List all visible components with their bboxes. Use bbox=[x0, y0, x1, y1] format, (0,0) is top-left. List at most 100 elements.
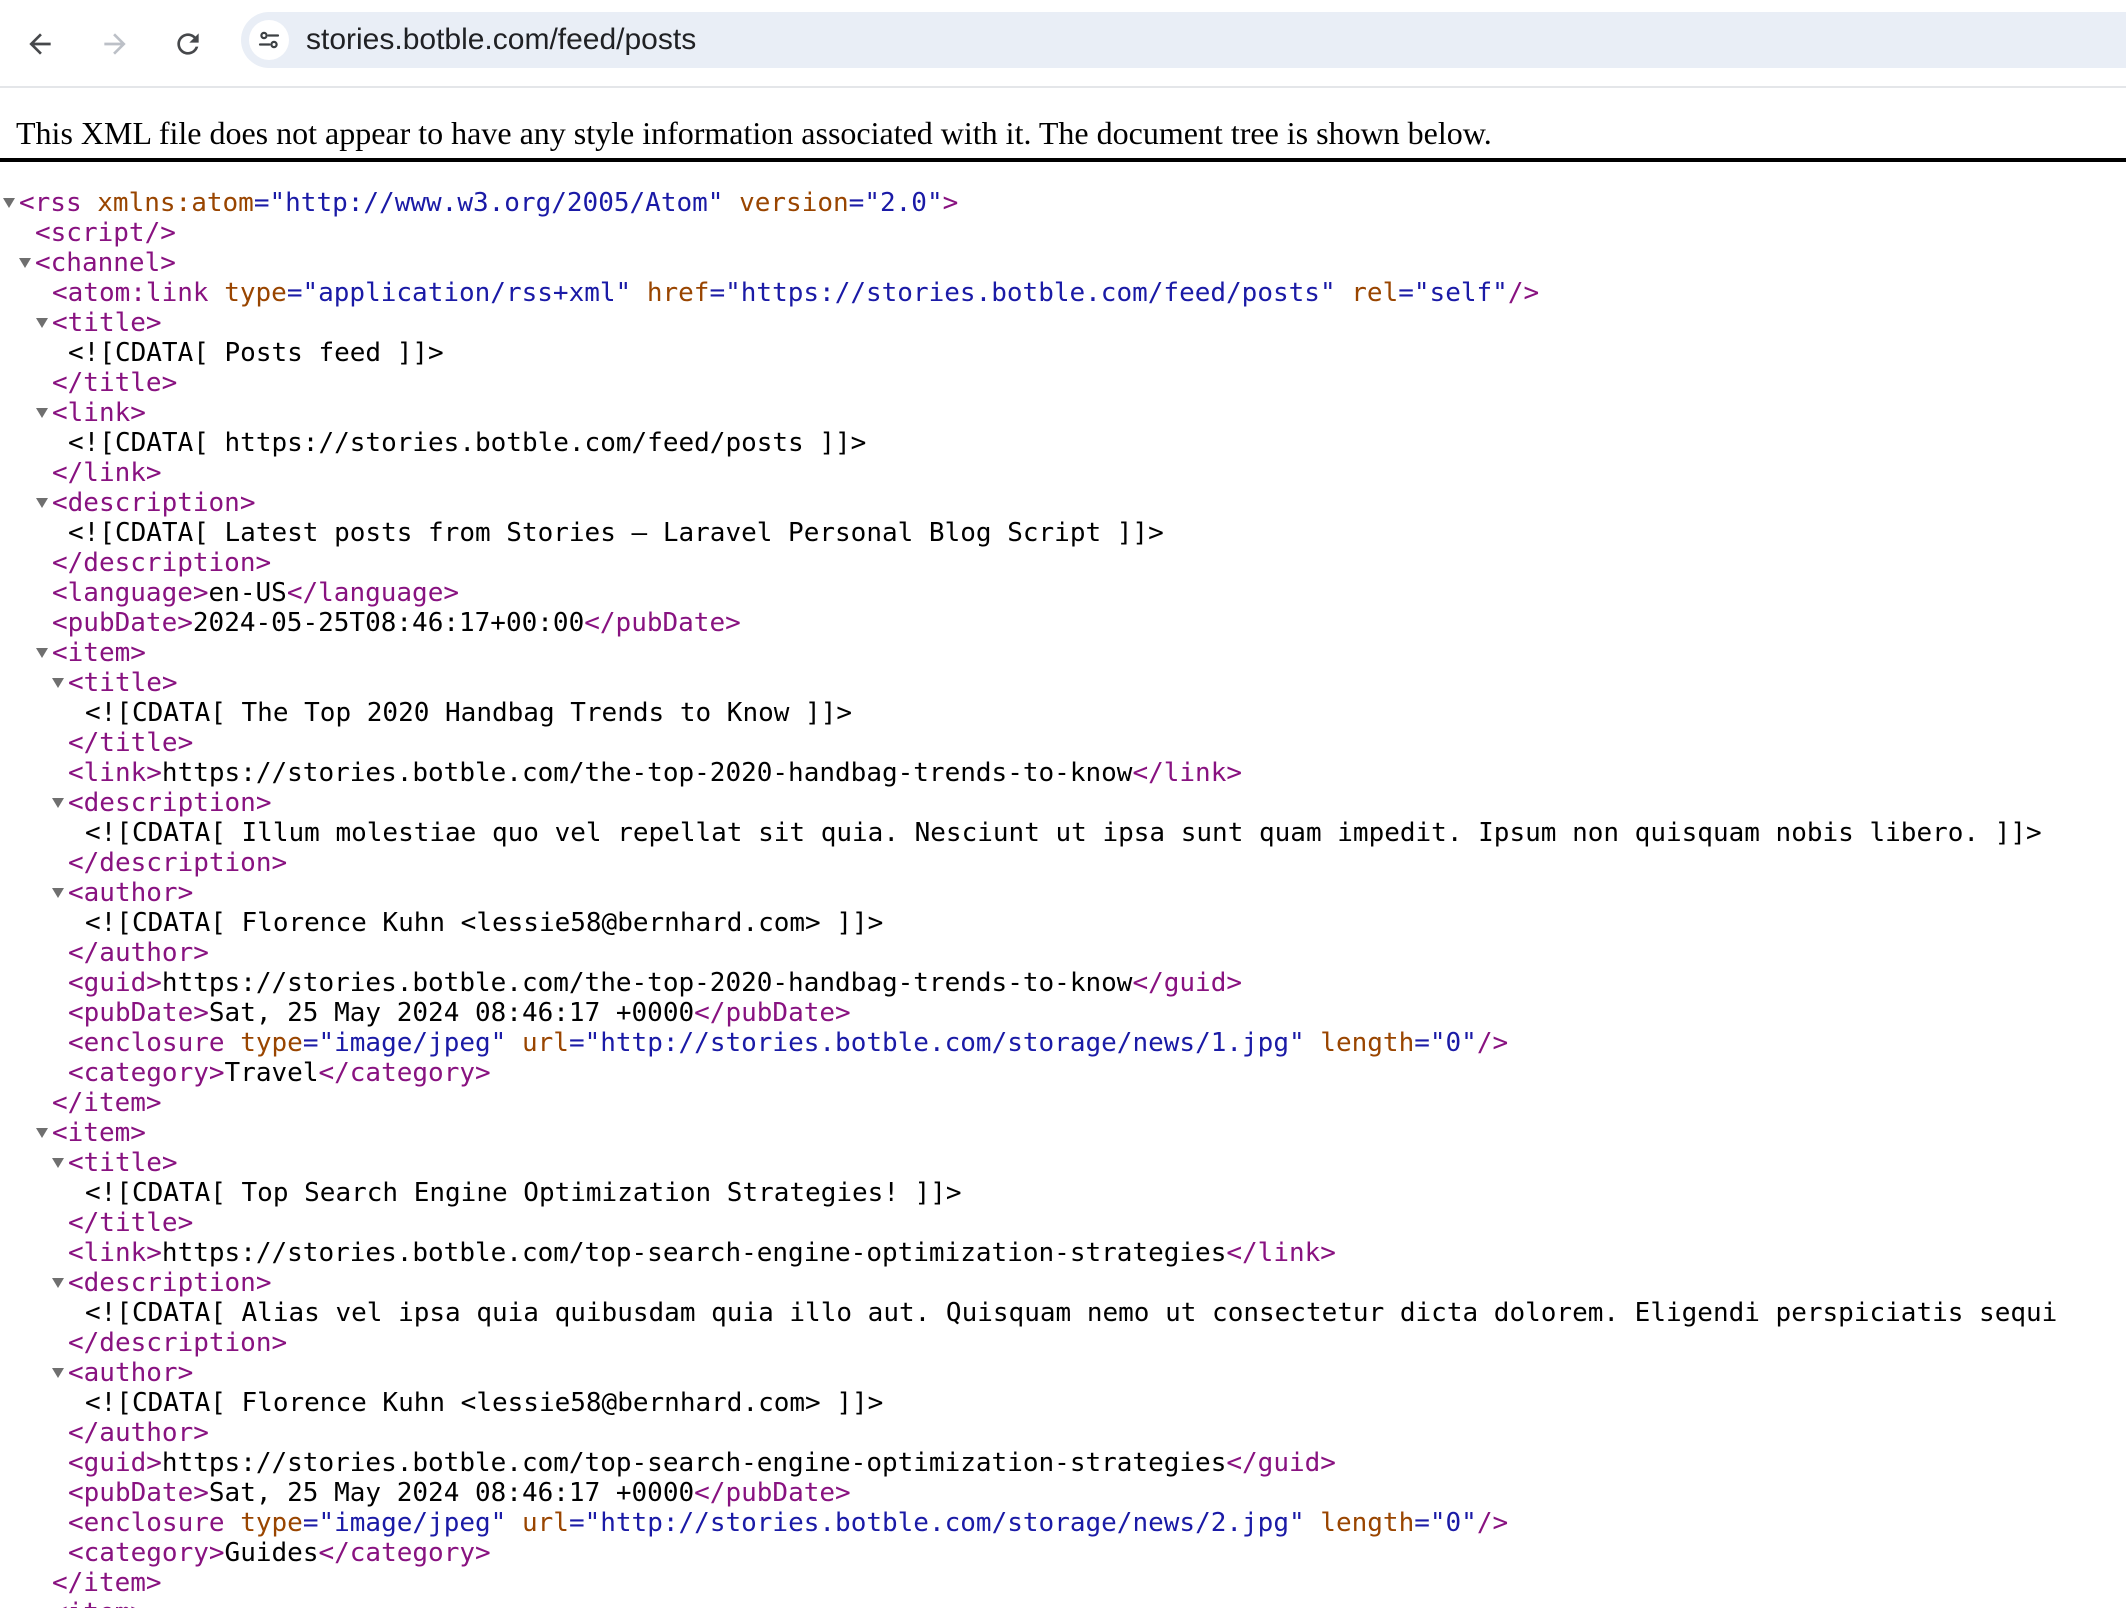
collapse-toggle-icon[interactable] bbox=[52, 1368, 64, 1378]
xml-line: </description> bbox=[0, 848, 2126, 878]
xml-line: <script/> bbox=[0, 218, 2126, 248]
xml-segment: </item> bbox=[52, 1568, 162, 1598]
xml-segment: <![CDATA[ Florence Kuhn <lessie58@bernha… bbox=[85, 908, 883, 938]
xml-segment: ="2.0" bbox=[849, 188, 943, 218]
xml-segment: <link> bbox=[52, 398, 146, 428]
xml-segment: <![CDATA[ Top Search Engine Optimization… bbox=[85, 1178, 962, 1208]
xml-line: <link> bbox=[0, 398, 2126, 428]
xml-segment: <item> bbox=[52, 1118, 146, 1148]
xml-segment: ="application/rss+xml" bbox=[287, 278, 647, 308]
xml-segment: <![CDATA[ The Top 2020 Handbag Trends to… bbox=[85, 698, 852, 728]
xml-line: <pubDate>Sat, 25 May 2024 08:46:17 +0000… bbox=[0, 998, 2126, 1028]
xml-style-banner: This XML file does not appear to have an… bbox=[0, 88, 2126, 162]
xml-segment: <title> bbox=[68, 668, 178, 698]
xml-segment: /> bbox=[1477, 1508, 1508, 1538]
xml-segment: url bbox=[522, 1028, 569, 1058]
xml-segment: <rss bbox=[19, 188, 97, 218]
collapse-toggle-icon[interactable] bbox=[36, 318, 48, 328]
xml-line: <description> bbox=[0, 788, 2126, 818]
xml-line: </author> bbox=[0, 938, 2126, 968]
forward-button[interactable] bbox=[96, 25, 134, 63]
collapse-toggle-icon[interactable] bbox=[36, 498, 48, 508]
xml-line: <![CDATA[ Alias vel ipsa quia quibusdam … bbox=[0, 1298, 2126, 1328]
back-arrow-icon bbox=[24, 28, 56, 60]
xml-segment: <![CDATA[ https://stories.botble.com/fee… bbox=[68, 428, 866, 458]
xml-segment: <author> bbox=[68, 878, 193, 908]
xml-line: <channel> bbox=[0, 248, 2126, 278]
xml-segment: <link> bbox=[68, 758, 162, 788]
xml-segment: <item> bbox=[52, 1598, 146, 1608]
xml-segment: <description> bbox=[68, 788, 272, 818]
xml-segment: </language> bbox=[287, 578, 459, 608]
collapse-toggle-icon[interactable] bbox=[36, 1128, 48, 1138]
xml-line: </title> bbox=[0, 728, 2126, 758]
xml-segment: type bbox=[240, 1028, 303, 1058]
xml-segment: ="0" bbox=[1414, 1028, 1477, 1058]
xml-segment: <channel> bbox=[35, 248, 176, 278]
collapse-toggle-icon[interactable] bbox=[52, 1278, 64, 1288]
url-text[interactable]: stories.botble.com/feed/posts bbox=[306, 23, 696, 57]
xml-line: <pubDate>2024-05-25T08:46:17+00:00</pubD… bbox=[0, 608, 2126, 638]
xml-segment: xmlns:atom bbox=[97, 188, 254, 218]
site-info-button[interactable] bbox=[249, 20, 289, 60]
xml-segment: </link> bbox=[52, 458, 162, 488]
back-button[interactable] bbox=[21, 25, 59, 63]
xml-line: <![CDATA[ https://stories.botble.com/fee… bbox=[0, 428, 2126, 458]
xml-segment: length bbox=[1320, 1028, 1414, 1058]
xml-line: <language>en-US</language> bbox=[0, 578, 2126, 608]
xml-segment: version bbox=[739, 188, 849, 218]
xml-line: </title> bbox=[0, 368, 2126, 398]
xml-segment: </title> bbox=[68, 1208, 193, 1238]
collapse-toggle-icon[interactable] bbox=[52, 798, 64, 808]
xml-segment: <title> bbox=[52, 308, 162, 338]
xml-segment: <![CDATA[ Posts feed ]]> bbox=[68, 338, 444, 368]
xml-segment: rel bbox=[1351, 278, 1398, 308]
xml-segment: /> bbox=[1477, 1028, 1508, 1058]
xml-segment: <guid> bbox=[68, 968, 162, 998]
xml-segment: <guid> bbox=[68, 1448, 162, 1478]
xml-segment: <pubDate> bbox=[68, 998, 209, 1028]
xml-line: <title> bbox=[0, 308, 2126, 338]
xml-segment: /> bbox=[1508, 278, 1539, 308]
xml-line: <description> bbox=[0, 488, 2126, 518]
xml-line: <guid>https://stories.botble.com/top-sea… bbox=[0, 1448, 2126, 1478]
reload-icon bbox=[172, 28, 204, 60]
xml-segment: <script/> bbox=[35, 218, 176, 248]
collapse-toggle-icon[interactable] bbox=[36, 408, 48, 418]
xml-segment: <![CDATA[ Alias vel ipsa quia quibusdam … bbox=[85, 1298, 2057, 1328]
xml-line: </title> bbox=[0, 1208, 2126, 1238]
xml-segment: </title> bbox=[68, 728, 193, 758]
xml-segment: </guid> bbox=[1132, 968, 1242, 998]
collapse-toggle-icon[interactable] bbox=[52, 888, 64, 898]
xml-segment: <title> bbox=[68, 1148, 178, 1178]
collapse-toggle-icon[interactable] bbox=[3, 198, 15, 208]
xml-segment: <description> bbox=[68, 1268, 272, 1298]
xml-segment: https://stories.botble.com/the-top-2020-… bbox=[162, 758, 1133, 788]
collapse-toggle-icon[interactable] bbox=[52, 678, 64, 688]
reload-button[interactable] bbox=[169, 25, 207, 63]
xml-segment: ="http://www.w3.org/2005/Atom" bbox=[254, 188, 739, 218]
xml-line: <category>Travel</category> bbox=[0, 1058, 2126, 1088]
xml-line: <![CDATA[ The Top 2020 Handbag Trends to… bbox=[0, 698, 2126, 728]
xml-line: <item> bbox=[0, 1118, 2126, 1148]
collapse-toggle-icon[interactable] bbox=[19, 258, 31, 268]
xml-segment: https://stories.botble.com/top-search-en… bbox=[162, 1238, 1226, 1268]
xml-line: <rss xmlns:atom="http://www.w3.org/2005/… bbox=[0, 188, 2126, 218]
collapse-toggle-icon[interactable] bbox=[36, 648, 48, 658]
xml-line: </description> bbox=[0, 548, 2126, 578]
xml-segment: ="image/jpeg" bbox=[303, 1028, 522, 1058]
xml-segment: ="0" bbox=[1414, 1508, 1477, 1538]
xml-line: <link>https://stories.botble.com/top-sea… bbox=[0, 1238, 2126, 1268]
xml-segment: <pubDate> bbox=[52, 608, 193, 638]
xml-line: <category>Guides</category> bbox=[0, 1538, 2126, 1568]
collapse-toggle-icon[interactable] bbox=[52, 1158, 64, 1168]
xml-segment: <pubDate> bbox=[68, 1478, 209, 1508]
xml-segment: </author> bbox=[68, 938, 209, 968]
xml-segment: <![CDATA[ Illum molestiae quo vel repell… bbox=[85, 818, 2042, 848]
xml-segment: <category> bbox=[68, 1058, 225, 1088]
url-bar[interactable]: stories.botble.com/feed/posts bbox=[241, 12, 2126, 68]
xml-segment: </pubDate> bbox=[694, 1478, 851, 1508]
xml-segment: </description> bbox=[52, 548, 271, 578]
xml-segment: <link> bbox=[68, 1238, 162, 1268]
xml-line: <![CDATA[ Top Search Engine Optimization… bbox=[0, 1178, 2126, 1208]
